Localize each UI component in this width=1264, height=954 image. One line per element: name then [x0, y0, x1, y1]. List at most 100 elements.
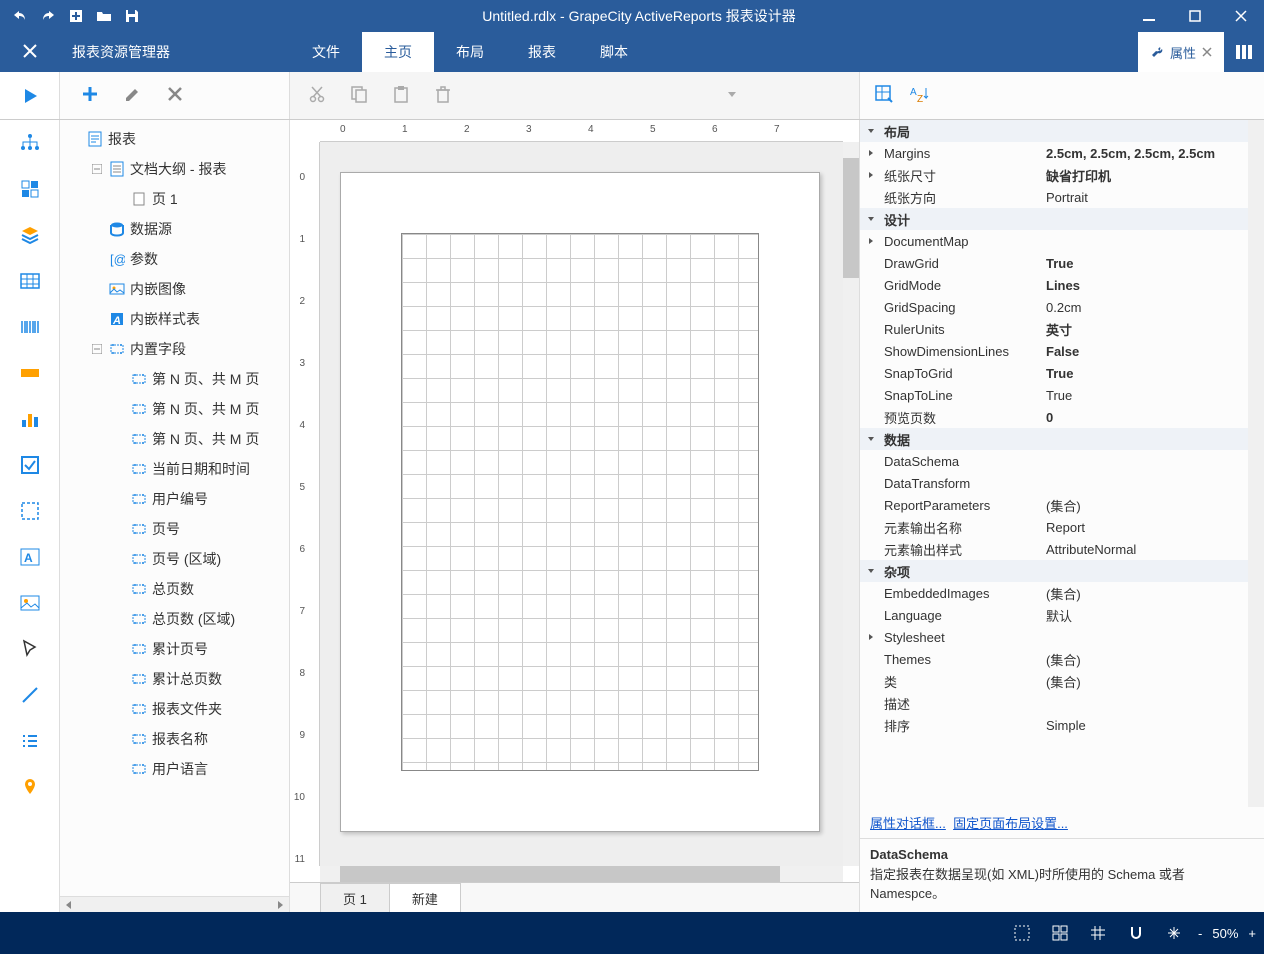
- tool-container[interactable]: [0, 488, 60, 534]
- paste-button[interactable]: [392, 85, 410, 106]
- tool-data-tree[interactable]: [0, 120, 60, 166]
- tree-node[interactable]: 内嵌图像: [60, 274, 289, 304]
- tree-node[interactable]: [@]参数: [60, 244, 289, 274]
- design-tab-new[interactable]: 新建: [389, 883, 461, 912]
- tree-node[interactable]: 数据源: [60, 214, 289, 244]
- edit-item-button[interactable]: [124, 85, 142, 106]
- minimize-button[interactable]: [1126, 0, 1172, 32]
- property-category[interactable]: 杂项: [860, 560, 1264, 582]
- tab-report[interactable]: 报表: [506, 32, 578, 72]
- sb-select-mode[interactable]: [1008, 919, 1036, 947]
- property-row[interactable]: 纸张尺寸缺省打印机: [860, 164, 1264, 186]
- zoom-in-button[interactable]: +: [1248, 926, 1256, 941]
- tool-checkbox[interactable]: [0, 442, 60, 488]
- alphabetical-view-button[interactable]: AZ: [910, 84, 930, 107]
- property-row[interactable]: DataTransform: [860, 472, 1264, 494]
- tree-node[interactable]: 第 N 页、共 M 页: [60, 424, 289, 454]
- tree-node[interactable]: 用户语言: [60, 754, 289, 784]
- delete-item-button[interactable]: [166, 85, 184, 106]
- property-row[interactable]: Themes(集合): [860, 648, 1264, 670]
- property-row[interactable]: RulerUnits英寸: [860, 318, 1264, 340]
- tool-pointer[interactable]: [0, 626, 60, 672]
- property-row[interactable]: EmbeddedImages(集合): [860, 582, 1264, 604]
- cut-button[interactable]: [308, 85, 326, 106]
- tree-node[interactable]: 第 N 页、共 M 页: [60, 364, 289, 394]
- property-value[interactable]: 0: [1042, 410, 1264, 425]
- trash-button[interactable]: [434, 85, 452, 106]
- tool-chart[interactable]: [0, 396, 60, 442]
- property-row[interactable]: ReportParameters(集合): [860, 494, 1264, 516]
- copy-button[interactable]: [350, 85, 368, 106]
- scroll-right-icon[interactable]: [271, 897, 289, 912]
- undo-button[interactable]: [8, 4, 32, 28]
- property-row[interactable]: Language默认: [860, 604, 1264, 626]
- preview-button[interactable]: [0, 72, 60, 119]
- tool-line[interactable]: [0, 672, 60, 718]
- property-value[interactable]: 缺省打印机: [1042, 166, 1264, 185]
- sb-dimensions-toggle[interactable]: [1160, 919, 1188, 947]
- design-hscrollbar[interactable]: [320, 866, 843, 882]
- property-value[interactable]: True: [1042, 366, 1264, 381]
- tool-list[interactable]: [0, 718, 60, 764]
- scroll-left-icon[interactable]: [60, 897, 78, 912]
- property-row[interactable]: ShowDimensionLinesFalse: [860, 340, 1264, 362]
- property-row[interactable]: DocumentMap: [860, 230, 1264, 252]
- property-grid[interactable]: 布局Margins2.5cm, 2.5cm, 2.5cm, 2.5cm纸张尺寸缺…: [860, 120, 1264, 807]
- tree-node[interactable]: 累计页号: [60, 634, 289, 664]
- tree-node[interactable]: 用户编号: [60, 484, 289, 514]
- property-row[interactable]: DrawGridTrue: [860, 252, 1264, 274]
- sb-snap-toggle[interactable]: [1122, 919, 1150, 947]
- close-icon[interactable]: [1202, 47, 1212, 57]
- property-value[interactable]: (集合): [1042, 496, 1264, 515]
- tree-node[interactable]: 报表: [60, 124, 289, 154]
- tool-layers[interactable]: [0, 212, 60, 258]
- tool-map[interactable]: [0, 764, 60, 810]
- new-button[interactable]: [64, 4, 88, 28]
- tool-group[interactable]: [0, 166, 60, 212]
- property-value[interactable]: 2.5cm, 2.5cm, 2.5cm, 2.5cm: [1042, 146, 1264, 161]
- tree-node[interactable]: 报表文件夹: [60, 694, 289, 724]
- property-value[interactable]: True: [1042, 388, 1264, 403]
- property-value[interactable]: Portrait: [1042, 190, 1264, 205]
- prop-vscrollbar[interactable]: [1248, 120, 1264, 807]
- property-value[interactable]: 0.2cm: [1042, 300, 1264, 315]
- tree-node[interactable]: 页号: [60, 514, 289, 544]
- property-row[interactable]: Stylesheet: [860, 626, 1264, 648]
- property-category[interactable]: 布局: [860, 120, 1264, 142]
- horizontal-ruler[interactable]: 01234567: [320, 120, 843, 142]
- property-row[interactable]: 纸张方向Portrait: [860, 186, 1264, 208]
- sb-grid-toggle[interactable]: [1084, 919, 1112, 947]
- tree-node[interactable]: 当前日期和时间: [60, 454, 289, 484]
- tab-home[interactable]: 主页: [362, 32, 434, 72]
- tab-layout[interactable]: 布局: [434, 32, 506, 72]
- page-body[interactable]: [401, 233, 759, 771]
- maximize-button[interactable]: [1172, 0, 1218, 32]
- tree-node[interactable]: 总页数: [60, 574, 289, 604]
- property-row[interactable]: 元素输出名称Report: [860, 516, 1264, 538]
- sb-pan-mode[interactable]: [1046, 919, 1074, 947]
- design-vscrollbar[interactable]: [843, 142, 859, 866]
- property-row[interactable]: 描述: [860, 692, 1264, 714]
- property-value[interactable]: True: [1042, 256, 1264, 271]
- property-value[interactable]: False: [1042, 344, 1264, 359]
- tree-node[interactable]: 页 1: [60, 184, 289, 214]
- fixed-page-layout-link[interactable]: 固定页面布局设置...: [953, 816, 1068, 831]
- tool-table[interactable]: [0, 258, 60, 304]
- redo-button[interactable]: [36, 4, 60, 28]
- design-tab-page1[interactable]: 页 1: [320, 883, 390, 912]
- design-canvas[interactable]: 01234567 01234567891011: [290, 120, 859, 882]
- zoom-out-button[interactable]: -: [1198, 926, 1202, 941]
- add-item-button[interactable]: [80, 84, 100, 107]
- tool-richtext[interactable]: A: [0, 534, 60, 580]
- property-row[interactable]: GridSpacing0.2cm: [860, 296, 1264, 318]
- property-row[interactable]: GridModeLines: [860, 274, 1264, 296]
- tree-node[interactable]: 累计总页数: [60, 664, 289, 694]
- property-value[interactable]: (集合): [1042, 650, 1264, 669]
- property-value[interactable]: AttributeNormal: [1042, 542, 1264, 557]
- explorer-hscrollbar[interactable]: [60, 896, 289, 912]
- property-row[interactable]: SnapToGridTrue: [860, 362, 1264, 384]
- property-row[interactable]: 排序Simple: [860, 714, 1264, 736]
- tool-barcode[interactable]: [0, 304, 60, 350]
- property-category[interactable]: 数据: [860, 428, 1264, 450]
- tool-image[interactable]: [0, 580, 60, 626]
